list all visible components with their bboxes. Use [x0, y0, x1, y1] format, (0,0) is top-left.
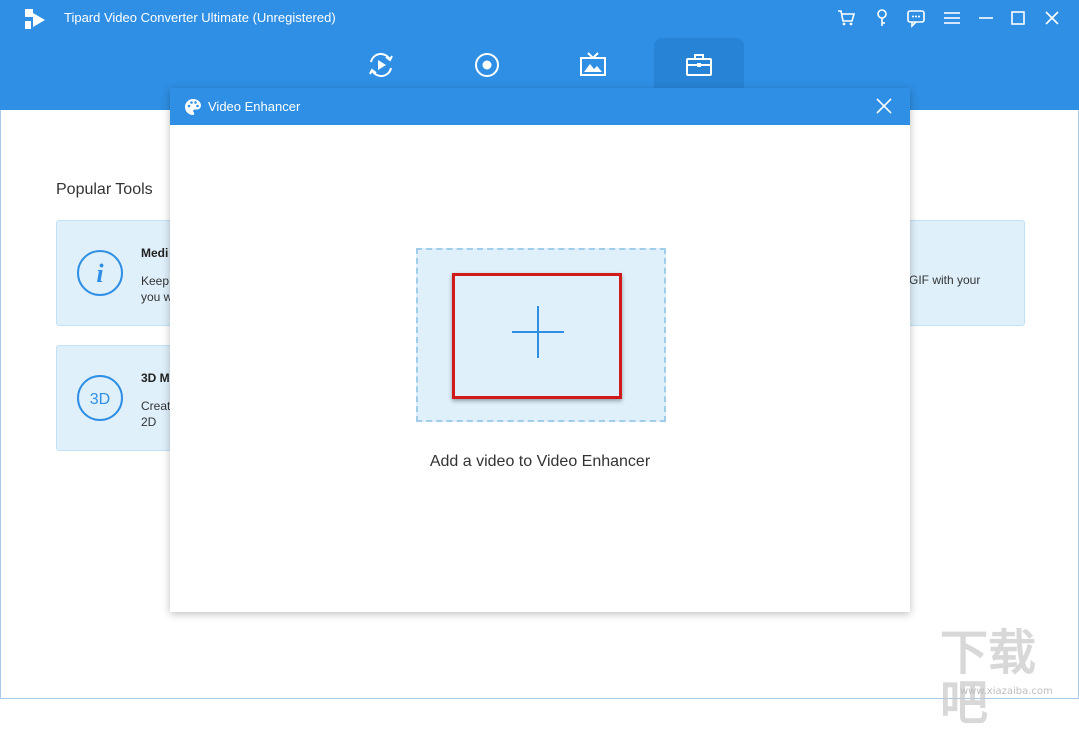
card-title: 3D M — [141, 371, 170, 385]
mv-tab[interactable] — [548, 38, 638, 88]
card-desc: Creat 2D — [141, 398, 170, 430]
watermark-logo: 下载吧 — [940, 628, 1070, 694]
info-icon: i — [75, 248, 125, 298]
card-title: Medi — [141, 246, 168, 260]
palette-icon — [184, 98, 202, 116]
svg-text:i: i — [96, 259, 104, 288]
minimize-icon[interactable] — [976, 8, 996, 28]
app-title: Tipard Video Converter Ultimate (Unregis… — [64, 10, 336, 25]
record-icon — [472, 50, 502, 80]
converter-tab[interactable] — [336, 38, 426, 88]
dialog-header: Video Enhancer — [170, 88, 910, 125]
maximize-icon[interactable] — [1008, 8, 1028, 28]
menu-icon[interactable] — [942, 8, 962, 28]
feedback-icon[interactable] — [906, 8, 926, 28]
key-icon[interactable] — [872, 8, 892, 28]
close-icon[interactable] — [876, 98, 892, 114]
gif-card-desc: GIF with your — [909, 273, 980, 287]
watermark-url: www.xiazaiba.com — [960, 686, 1053, 697]
app-logo-icon — [22, 6, 48, 32]
mv-icon — [578, 50, 608, 80]
add-video-button[interactable] — [452, 273, 622, 399]
card-desc: Keep you w — [141, 273, 172, 305]
video-enhancer-dialog: Video Enhancer Add a video to Video Enha… — [170, 88, 910, 612]
3d-icon: 3D — [75, 373, 125, 423]
plus-icon — [512, 306, 564, 358]
close-icon[interactable] — [1042, 8, 1062, 28]
dialog-title: Video Enhancer — [208, 99, 300, 114]
add-video-hint: Add a video to Video Enhancer — [170, 453, 910, 471]
video-drop-zone[interactable] — [416, 248, 666, 422]
convert-icon — [366, 50, 396, 80]
cart-icon[interactable] — [836, 8, 856, 28]
svg-text:3D: 3D — [90, 391, 110, 408]
toolbox-tab[interactable] — [654, 38, 744, 88]
section-title: Popular Tools — [56, 181, 153, 199]
ripper-tab[interactable] — [442, 38, 532, 88]
toolbox-icon — [684, 50, 714, 80]
